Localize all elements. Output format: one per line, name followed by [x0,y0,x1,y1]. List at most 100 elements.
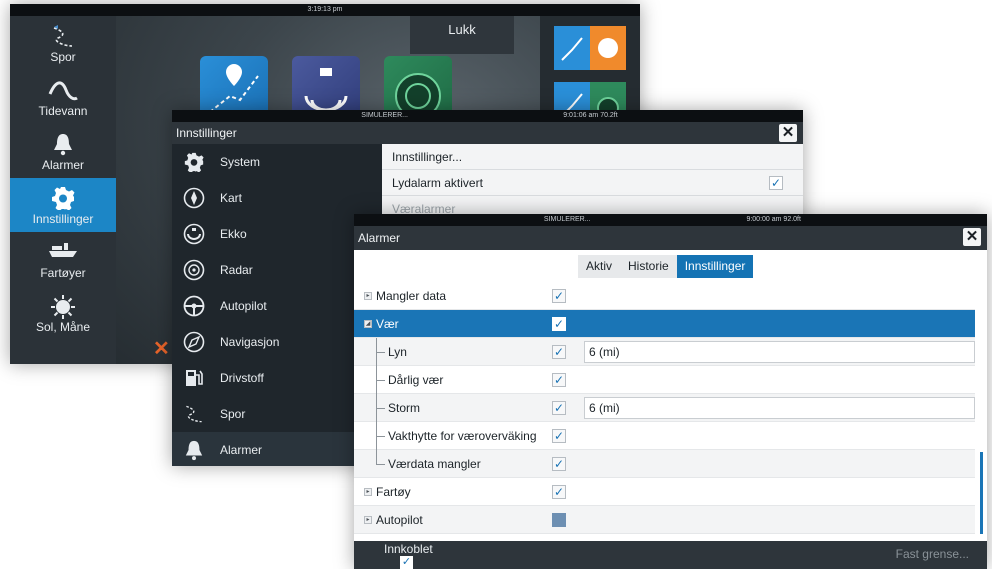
dialog-title: Innstillinger [176,126,237,140]
close-button[interactable]: ✕ [779,124,797,142]
close-button[interactable]: ✕ [963,228,981,246]
menu-item-system[interactable]: System [172,144,382,180]
alarm-enable-checkbox[interactable]: ✓ [552,485,566,499]
sidebar-item-label: Spor [50,50,76,64]
alarm-row[interactable]: ▸ Autopilot [354,506,975,534]
tree-branch-line [376,394,377,422]
alarm-row[interactable]: Storm ✓ 6 (mi) [354,394,975,422]
tree-branch-line [376,408,385,409]
alarm-row-label: Dårlig vær [388,373,444,387]
track-icon [10,24,116,50]
alarm-enable-checkbox[interactable]: ✓ [552,401,566,415]
radar-icon [182,258,206,282]
sidebar-item-innstillinger[interactable]: Innstillinger [10,178,116,232]
alarm-enable-checkbox[interactable]: ✓ [552,317,566,331]
alarm-row[interactable]: Lyn ✓ 6 (mi) [354,338,975,366]
menu-item-spor[interactable]: Spor [172,396,382,432]
steering-wheel-icon [182,294,206,318]
alarm-enable-checkbox[interactable]: ✓ [552,457,566,471]
alarm-threshold-field[interactable]: 6 (mi) [584,341,975,363]
sidebar-item-label: Fartøyer [40,266,86,280]
settings-option-label: Innstillinger... [392,150,463,164]
close-button[interactable]: Lukk [410,16,514,54]
sidebar-item-sol-mane[interactable]: Sol, Måne [10,286,116,340]
alarm-row-label: Lyn [388,345,407,359]
sidebar-item-fartoyer[interactable]: Fartøyer [10,232,116,286]
sidebar-item-tidevann[interactable]: Tidevann [10,70,116,124]
sound-alarm-checkbox[interactable]: ✓ [769,176,783,190]
expand-icon[interactable]: ▸ [364,516,372,524]
sidebar-item-label: Sol, Måne [35,320,91,334]
sun-moon-icon [10,294,116,320]
tab-aktiv[interactable]: Aktiv [578,255,621,278]
menu-item-kart[interactable]: Kart [172,180,382,216]
alarm-row[interactable]: Vakthytte for væroverväking ✓ [354,422,975,450]
alarm-row-label: Vær [376,317,399,331]
alarm-footer: Innkoblet ✓ Fast grense... [354,541,987,569]
menu-item-label: Kart [220,191,243,205]
sound-alarm-row[interactable]: Lydalarm aktivert ✓ [382,170,803,196]
enabled-checkbox[interactable]: ✓ [400,556,413,569]
dialog-titlebar: Alarmer ✕ [354,226,987,250]
alarm-enable-checkbox[interactable]: ✓ [552,289,566,303]
alarm-threshold-field[interactable]: 6 (mi) [584,397,975,419]
menu-item-ekko[interactable]: Ekko [172,216,382,252]
expand-icon[interactable]: ▸ [364,488,372,496]
track-icon [182,402,206,426]
alarm-enable-checkbox[interactable]: ✓ [552,345,566,359]
home-sidebar: Spor Tidevann Alarmer Innstillinger Fart… [10,16,116,364]
tree-branch-line [376,352,385,353]
sidebar-item-label: Innstillinger [32,212,94,226]
settings-option-row[interactable]: Innstillinger... [382,144,803,170]
tab-innstillinger[interactable]: Innstillinger [676,255,754,278]
bell-icon [182,438,206,462]
scrollbar[interactable] [980,452,983,534]
menu-item-alarmer[interactable]: Alarmer [172,432,382,466]
alarms-screen: SIMULERER... 9:00:00 am 92.0ft Alarmer ✕… [354,214,987,569]
alarm-tree: ▸ Mangler data ✓ ◢ Vær ✓ Lyn ✓ 6 (mi) Dårlig vær ✓… [354,282,975,534]
alarm-enable-checkbox[interactable]: ✓ [552,429,566,443]
menu-item-navigasjon[interactable]: Navigasjon [172,324,382,360]
tab-bar: Aktiv Historie Innstillinger [354,250,987,278]
sidebar-item-spor[interactable]: Spor [10,16,116,70]
gear-icon [10,186,116,212]
alarm-row[interactable]: Dårlig vær ✓ [354,366,975,394]
alarm-row[interactable]: ◢ Vær ✓ [354,310,975,338]
settings-menu: System Kart Ekko Radar Autopilot Navigas… [172,144,382,466]
tree-branch-line [376,450,377,464]
close-x-icon[interactable]: ✕ [153,336,170,361]
menu-item-label: Spor [220,407,246,421]
alarm-row[interactable]: ▸ Mangler data ✓ [354,282,975,310]
tree-branch-line [376,464,385,465]
menu-item-autopilot[interactable]: Autopilot [172,288,382,324]
alarm-row[interactable]: ▸ Fartøy ✓ [354,478,975,506]
vessel-icon [10,240,116,266]
status-time-depth: 9:00:00 am 92.0ft [746,216,801,223]
sidebar-item-label: Tidevann [38,104,88,118]
menu-item-label: Alarmer [220,443,263,457]
sidebar-item-alarmer[interactable]: Alarmer [10,124,116,178]
alarm-enable-checkbox[interactable] [552,513,566,527]
tree-branch-line [376,380,385,381]
menu-item-drivstoff[interactable]: Drivstoff [172,360,382,396]
bell-icon [10,132,116,158]
tree-branch-line [376,366,377,394]
collapse-icon[interactable]: ◢ [364,320,372,328]
menu-item-label: System [220,155,261,169]
dialog-titlebar: Innstillinger ✕ [172,122,803,144]
alarm-row[interactable]: Værdata mangler ✓ [354,450,975,478]
gear-icon [182,150,206,174]
sidebar-item-label: Alarmer [41,158,84,172]
status-bar: 3:19:13 pm [10,4,640,16]
alarm-enable-checkbox[interactable]: ✓ [552,373,566,387]
menu-item-label: Drivstoff [220,371,264,385]
alarm-row-label: Fartøy [376,485,411,499]
chart-sonar-favorite[interactable] [554,26,626,70]
menu-item-label: Autopilot [220,299,267,313]
expand-icon[interactable]: ▸ [364,292,372,300]
alarm-row-label: Storm [388,401,421,415]
tab-historie[interactable]: Historie [620,255,677,278]
alarm-row-label: Mangler data [376,289,447,303]
menu-item-radar[interactable]: Radar [172,252,382,288]
fixed-limit-button[interactable]: Fast grense... [896,547,969,561]
